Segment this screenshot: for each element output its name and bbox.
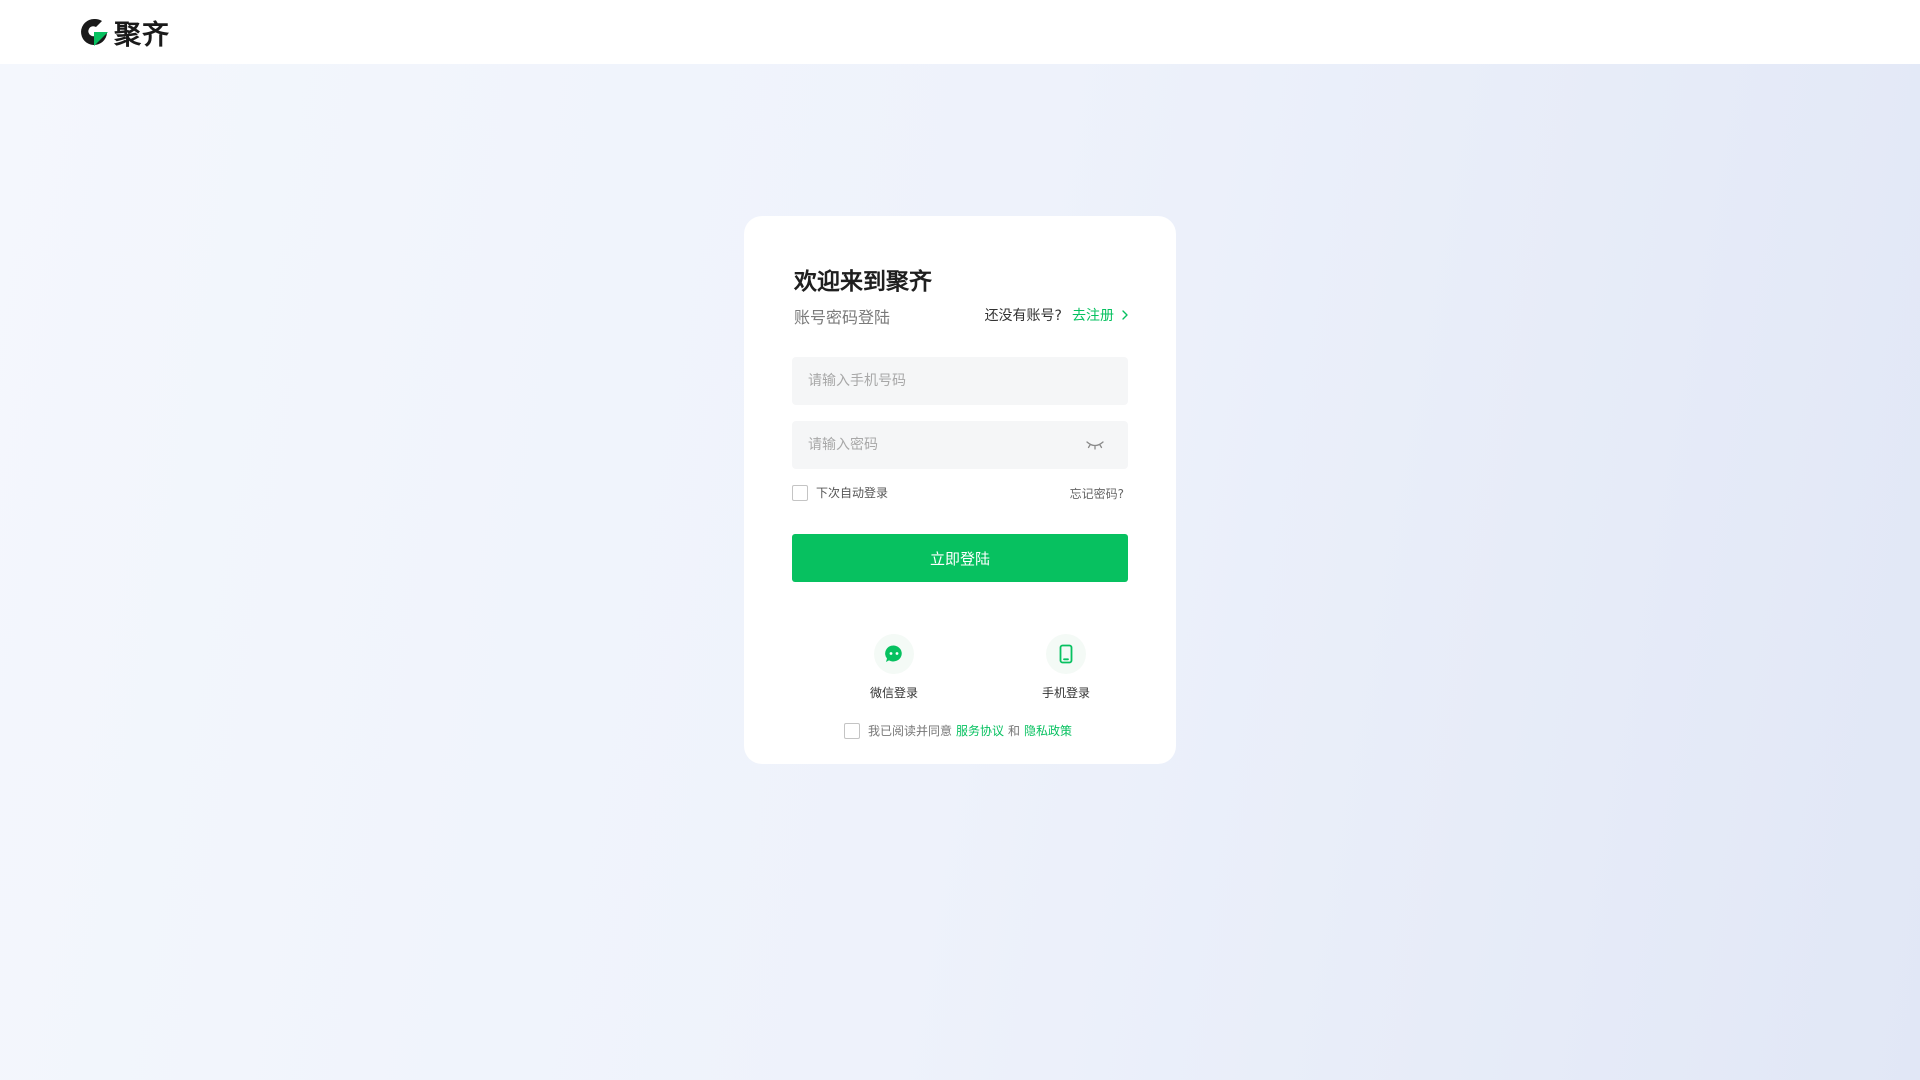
- remember-me-checkbox[interactable]: 下次自动登录: [792, 484, 888, 501]
- page-title: 欢迎来到聚齐: [794, 269, 932, 295]
- password-input[interactable]: [792, 421, 1128, 469]
- service-agreement-link[interactable]: 服务协议: [956, 722, 1004, 739]
- chevron-right-icon: [1122, 310, 1128, 320]
- login-card: 欢迎来到聚齐 账号密码登陆 还没有账号? 去注册 下次自动登录 忘记密码? 立即…: [744, 216, 1176, 764]
- eye-closed-icon: [1086, 441, 1104, 450]
- password-visibility-toggle[interactable]: [1082, 435, 1108, 455]
- agreement-checkbox[interactable]: [843, 722, 860, 739]
- brand-logo-icon: [81, 18, 108, 46]
- brand-name: 聚齐: [114, 19, 170, 51]
- phone-input[interactable]: [792, 357, 1128, 405]
- top-bar: 聚齐: [0, 0, 1920, 64]
- phone-login-label: 手机登录: [1041, 686, 1090, 700]
- register-link[interactable]: 去注册: [1072, 305, 1130, 325]
- phone-login-button[interactable]: 手机登录: [1026, 634, 1106, 701]
- agreement-prefix: 我已阅读并同意: [867, 724, 952, 738]
- register-link-label: 去注册: [1072, 308, 1114, 324]
- agreement-conjunction: 和: [1008, 724, 1021, 738]
- remember-me-label: 下次自动登录: [816, 486, 889, 500]
- wechat-icon-badge: [874, 634, 914, 674]
- forgot-password-link[interactable]: 忘记密码?: [1070, 485, 1124, 502]
- remember-me-box[interactable]: [792, 484, 808, 501]
- register-prompt: 还没有账号?: [984, 308, 1062, 324]
- privacy-policy-link[interactable]: 隐私政策: [1024, 722, 1072, 739]
- wechat-icon: [885, 645, 902, 662]
- login-options-row: 下次自动登录 忘记密码?: [792, 484, 1128, 502]
- wechat-login-label: 微信登录: [869, 686, 918, 700]
- agreement-row: 我已阅读并同意 服务协议 和 隐私政策: [744, 722, 1176, 739]
- mobile-phone-icon-badge: [1046, 634, 1086, 674]
- register-prompt-row: 还没有账号? 去注册: [985, 305, 1130, 325]
- brand-logo[interactable]: 聚齐: [78, 15, 170, 51]
- login-mode-subtitle: 账号密码登陆: [794, 308, 891, 327]
- login-button[interactable]: 立即登陆: [792, 534, 1128, 582]
- wechat-login-button[interactable]: 微信登录: [854, 634, 934, 701]
- mobile-phone-icon: [1059, 644, 1073, 664]
